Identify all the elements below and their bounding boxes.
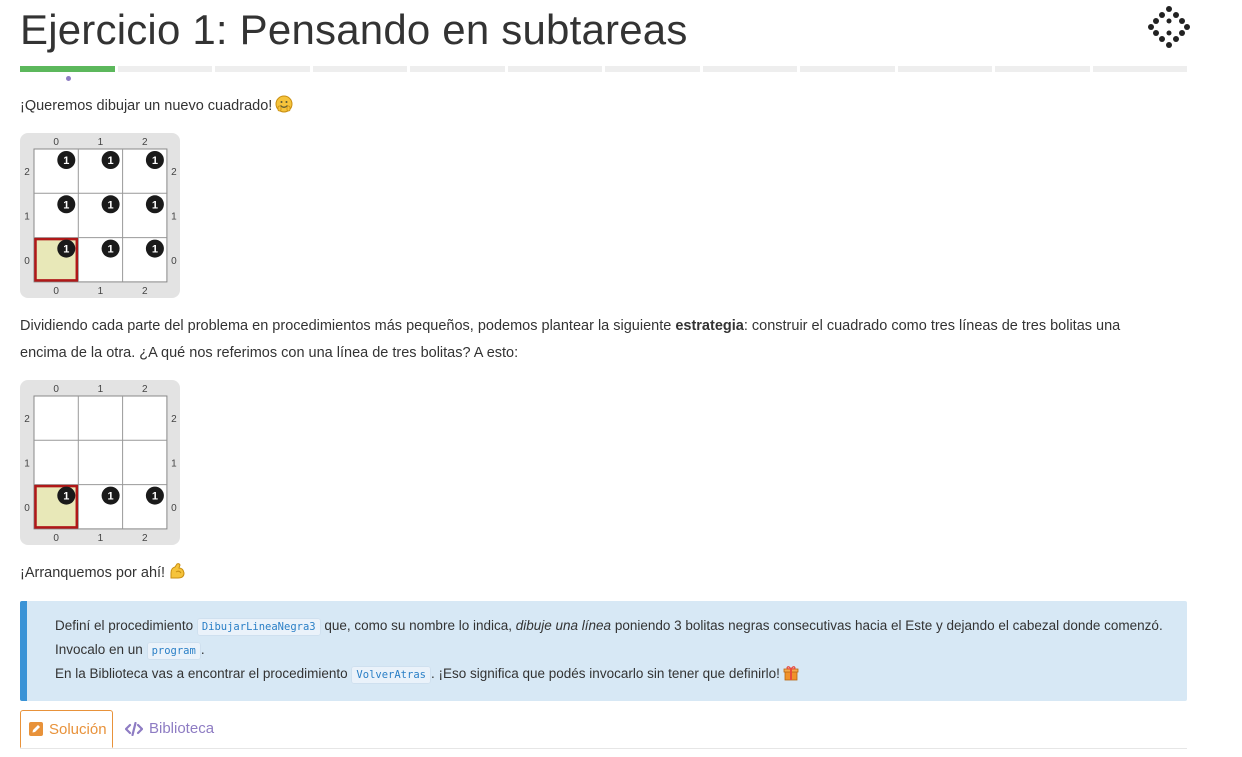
hugging-face-icon [275,95,293,123]
callout-text: Invocalo en un [55,642,147,657]
stone-count: 1 [152,155,158,167]
progress-step[interactable] [1092,66,1187,72]
row-label: 1 [171,211,177,222]
stone-count: 1 [63,491,69,503]
column-label: 1 [98,286,104,297]
board-line: 0 0 1 1 2 2 2 2 1 1 0 0 1 1 1 [20,380,180,545]
callout-text: . ¡Eso significa que podés invocarlo sin… [430,666,780,681]
program-code: program [146,642,201,660]
stone-count: 1 [152,244,158,256]
callout-line-1: Definí el procedimiento DibujarLineaNegr… [55,615,1163,638]
column-label: 0 [53,286,59,297]
stone-count: 1 [63,199,69,211]
progress-step[interactable] [995,66,1090,72]
callout-text: En la Biblioteca vas a encontrar el proc… [55,666,352,681]
column-label: 0 [53,384,59,395]
column-label: 0 [53,137,59,148]
flexed-biceps-icon [168,562,186,590]
board-square: 001122221100111111111 [20,133,180,298]
stone-count: 1 [108,244,114,256]
column-label: 1 [98,384,104,395]
stone-count: 1 [152,491,158,503]
row-label: 2 [24,414,30,425]
progress-step[interactable] [800,66,895,72]
column-label: 2 [142,286,148,297]
gift-icon [783,665,799,688]
current-step-indicator [66,76,71,81]
progress-step[interactable] [897,66,992,72]
task-callout: Definí el procedimiento DibujarLineaNegr… [20,601,1187,701]
callout-line-2: Invocalo en un program. [55,639,205,662]
stone-count: 1 [63,155,69,167]
start-text: ¡Arranquemos por ahí! [20,565,166,581]
intro-text: ¡Queremos dibujar un nuevo cuadrado! [20,98,273,114]
exercise-progress-bar [20,66,1187,72]
progress-step[interactable] [20,66,115,72]
column-label: 2 [142,533,148,544]
start-paragraph: ¡Arranquemos por ahí! [20,559,186,590]
column-label: 2 [142,384,148,395]
progress-step[interactable] [702,66,797,72]
row-label: 0 [24,503,30,514]
strategy-text-part1: Dividiendo cada parte del problema en pr… [20,318,676,334]
row-label: 1 [171,458,177,469]
edit-icon [29,722,43,736]
tab-biblioteca-label: Biblioteca [149,720,215,737]
strategy-paragraph: Dividiendo cada parte del problema en pr… [20,312,1187,340]
tab-biblioteca[interactable]: Biblioteca [125,710,214,747]
column-label: 2 [142,137,148,148]
column-label: 1 [98,137,104,148]
progress-step[interactable] [507,66,602,72]
callout-text: que, como su nombre lo indica, [320,618,516,633]
editor-tabs: Solución Biblioteca [20,710,1187,749]
strategy-bold: estrategia [675,318,744,334]
intro-paragraph: ¡Queremos dibujar un nuevo cuadrado! [20,92,293,123]
tab-solucion[interactable]: Solución [20,710,113,748]
volver-atras-code: VolverAtras [351,666,431,684]
strategy-text-part2: : construir el cuadrado como tres líneas… [743,318,1121,334]
row-label: 2 [24,167,30,178]
progress-step[interactable] [117,66,212,72]
progress-step[interactable] [605,66,700,72]
row-label: 1 [24,211,30,222]
stone-count: 1 [108,491,114,503]
row-label: 2 [171,167,177,178]
row-label: 0 [171,503,177,514]
row-label: 0 [24,256,30,267]
callout-text: Definí el procedimiento [55,618,197,633]
row-label: 0 [171,256,177,267]
strategy-paragraph-line2: encima de la otra. ¿A qué nos referimos … [20,345,519,361]
gobstones-logo-icon [1148,6,1190,48]
callout-text: . [200,642,205,657]
column-label: 0 [53,533,59,544]
row-label: 1 [24,458,30,469]
page-title: Ejercicio 1: Pensando en subtareas [20,6,688,53]
board-line-grid: 0 0 1 1 2 2 2 2 1 1 0 0 1 1 1 [24,384,177,544]
callout-line-3: En la Biblioteca vas a encontrar el proc… [55,663,799,688]
progress-step[interactable] [312,66,407,72]
board-square-grid: 0011222 21 10 01 1 11 1 11 1 1 [24,137,177,297]
progress-step[interactable] [215,66,310,72]
callout-text: poniendo 3 bolitas negras consecutivas h… [611,618,1163,633]
callout-emphasis: dibuje una línea [515,618,612,633]
stone-count: 1 [63,244,69,256]
column-label: 1 [98,533,104,544]
tab-solucion-label: Solución [49,720,107,738]
code-icon [125,721,143,736]
procedure-name-code: DibujarLineaNegra3 [196,618,321,636]
progress-step[interactable] [410,66,505,72]
row-label: 2 [171,414,177,425]
stone-count: 1 [108,199,114,211]
stone-count: 1 [152,199,158,211]
stone-count: 1 [108,155,114,167]
